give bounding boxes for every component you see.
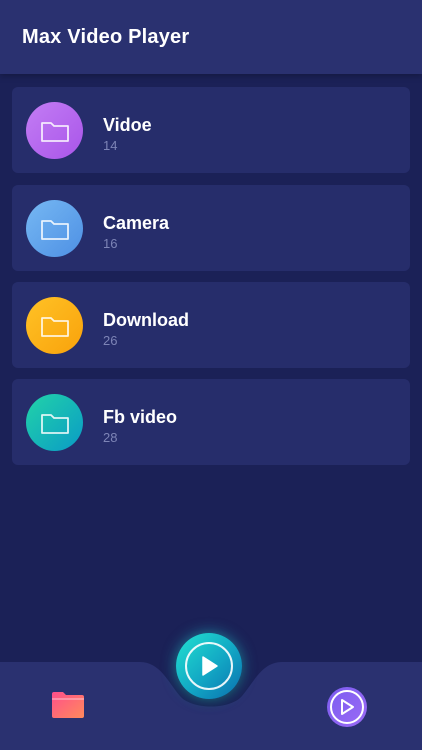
folder-name: Camera: [103, 213, 170, 233]
folder-name: Fb video: [103, 407, 178, 427]
nav-player-button[interactable]: [327, 687, 367, 727]
folder-icon: [26, 102, 83, 159]
folder-icon: [26, 394, 83, 451]
app-header: Max Video Player: [0, 0, 422, 74]
play-icon: [202, 656, 218, 676]
folder-card-fb-video[interactable]: Fb video 28: [12, 379, 410, 465]
folder-name: Vidoe: [103, 115, 152, 135]
folder-icon: [52, 692, 84, 718]
folder-count: 16: [103, 236, 118, 251]
folder-count: 26: [103, 333, 118, 348]
play-fab-button[interactable]: [176, 633, 242, 699]
play-circle-icon: [341, 699, 354, 715]
folder-count: 14: [103, 138, 118, 153]
folder-card-video[interactable]: Vidoe 14: [12, 87, 410, 173]
nav-folders-button[interactable]: [50, 690, 86, 720]
folder-card-camera[interactable]: Camera 16: [12, 185, 410, 271]
folder-icon: [26, 297, 83, 354]
folder-name: Download: [103, 310, 189, 330]
folder-count: 28: [103, 430, 118, 445]
folder-card-download[interactable]: Download 26: [12, 282, 410, 368]
folder-icon: [26, 200, 83, 257]
app-title: Max Video Player: [22, 26, 190, 48]
